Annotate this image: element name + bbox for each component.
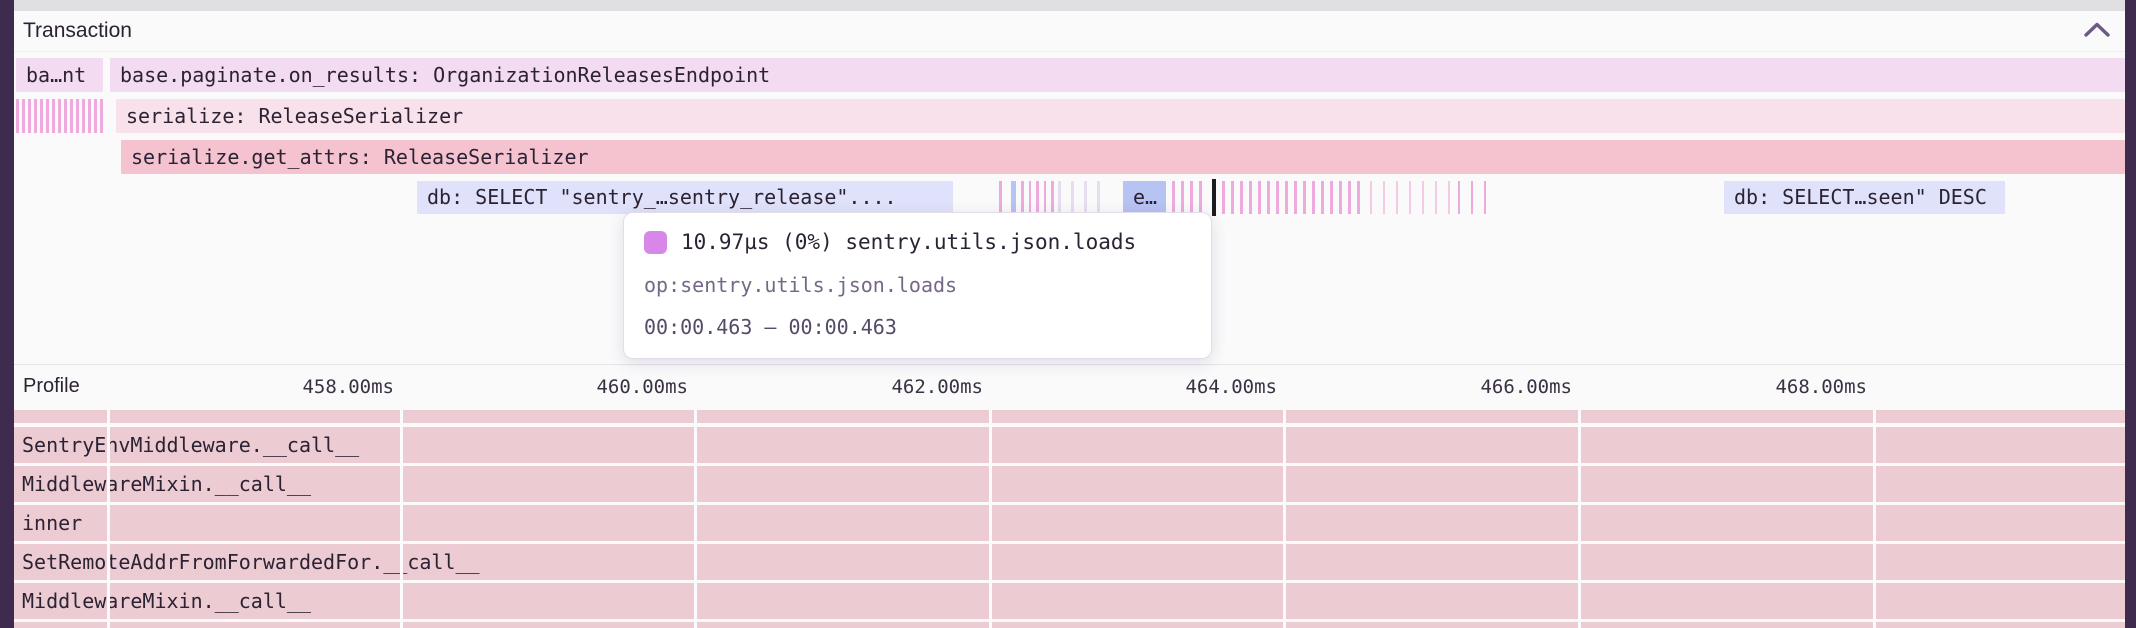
time-gridline: [694, 410, 697, 628]
time-gridline: [989, 410, 992, 628]
time-gridline: [1873, 410, 1876, 628]
flamechart-frame-row[interactable]: SetRemoteAddrFromForwardedFor.__call__: [14, 544, 2125, 580]
playhead-cursor[interactable]: [1212, 179, 1216, 216]
time-gridline: [1283, 410, 1286, 628]
time-gridline: [400, 410, 403, 628]
span-tooltip: 10.97µs (0%) sentry.utils.json.loads op:…: [623, 212, 1212, 359]
time-gridline: [1578, 410, 1581, 628]
flamechart-frame-row-partial[interactable]: [14, 622, 2125, 628]
span-color-swatch-icon: [644, 231, 667, 254]
flamechart-frame-row[interactable]: SentryEnvMiddleware.__call__: [14, 427, 2125, 463]
tooltip-duration-title: 10.97µs (0%) sentry.utils.json.loads: [681, 230, 1136, 254]
frame-label: MiddlewareMixin.__call__: [14, 472, 311, 496]
left-frame-edge: [0, 0, 14, 628]
frame-label: SentryEnvMiddleware.__call__: [14, 433, 359, 457]
flamechart-frame-row[interactable]: MiddlewareMixin.__call__: [14, 466, 2125, 502]
tooltip-op-label: op:sentry.utils.json.loads: [644, 273, 1191, 297]
flamechart-frame-row[interactable]: MiddlewareMixin.__call__: [14, 583, 2125, 619]
frame-label: SetRemoteAddrFromForwardedFor.__call__: [14, 550, 480, 574]
time-gridline: [107, 410, 110, 628]
tooltip-time-range: 00:00.463 — 00:00.463: [644, 315, 1191, 339]
frame-label: MiddlewareMixin.__call__: [14, 589, 311, 613]
right-frame-edge: [2125, 0, 2136, 628]
frame-label: inner: [14, 511, 82, 535]
tooltip-title-row: 10.97µs (0%) sentry.utils.json.loads: [644, 230, 1191, 254]
flamechart-frame-row[interactable]: inner: [14, 505, 2125, 541]
flamechart-frame-row-partial[interactable]: [14, 410, 2125, 423]
